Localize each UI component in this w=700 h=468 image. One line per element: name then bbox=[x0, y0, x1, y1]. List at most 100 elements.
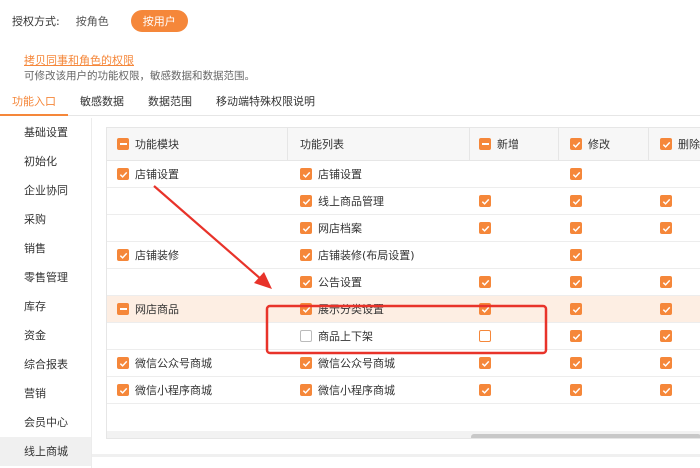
tab-function-entry[interactable]: 功能入口 bbox=[0, 90, 68, 116]
sidebar-item-sales[interactable]: 销售 bbox=[0, 234, 91, 263]
module-label: 微信小程序商城 bbox=[135, 384, 212, 397]
delete-select-all-checkbox[interactable] bbox=[660, 138, 672, 150]
module-checkbox[interactable] bbox=[117, 303, 129, 315]
table-row: 公告设置 bbox=[107, 269, 700, 296]
header-delete-cell: 删除 bbox=[660, 128, 700, 160]
delete-checkbox[interactable] bbox=[660, 276, 672, 288]
horizontal-scrollbar[interactable] bbox=[471, 434, 700, 438]
copy-permissions-link[interactable]: 拷贝同事和角色的权限 bbox=[24, 52, 134, 68]
sidebar-item-retail[interactable]: 零售管理 bbox=[0, 263, 91, 292]
header-add-label: 新增 bbox=[497, 138, 519, 151]
delete-checkbox[interactable] bbox=[660, 195, 672, 207]
auth-by-role-option[interactable]: 按角色 bbox=[76, 13, 109, 29]
edit-checkbox[interactable] bbox=[570, 168, 582, 180]
module-label: 店铺设置 bbox=[135, 168, 179, 181]
edit-checkbox[interactable] bbox=[570, 330, 582, 342]
add-checkbox[interactable] bbox=[479, 276, 491, 288]
function-checkbox[interactable] bbox=[300, 384, 312, 396]
copy-permissions-description: 可修改该用户的功能权限，敏感数据和数据范围。 bbox=[24, 70, 255, 82]
edit-cell bbox=[570, 269, 650, 295]
delete-checkbox[interactable] bbox=[660, 330, 672, 342]
module-checkbox[interactable] bbox=[117, 249, 129, 261]
edit-checkbox[interactable] bbox=[570, 357, 582, 369]
edit-checkbox[interactable] bbox=[570, 276, 582, 288]
auth-by-user-button[interactable]: 按用户 bbox=[130, 10, 188, 32]
edit-cell bbox=[570, 242, 650, 268]
tab-mobile-permissions[interactable]: 移动端特殊权限说明 bbox=[204, 90, 327, 116]
sidebar-item-inventory[interactable]: 库存 bbox=[0, 292, 91, 321]
header-list-label: 功能列表 bbox=[300, 138, 344, 151]
function-checkbox[interactable] bbox=[300, 276, 312, 288]
tab-sensitive-data[interactable]: 敏感数据 bbox=[68, 90, 136, 116]
module-sidebar: 基础设置 初始化 企业协同 采购 销售 零售管理 库存 资金 综合报表 营销 会… bbox=[0, 118, 92, 468]
module-checkbox[interactable] bbox=[117, 384, 129, 396]
delete-checkbox[interactable] bbox=[660, 384, 672, 396]
sidebar-item-member-center[interactable]: 会员中心 bbox=[0, 408, 91, 437]
table-row: 商品上下架 bbox=[107, 323, 700, 350]
header-delete-label: 删除 bbox=[678, 138, 700, 151]
delete-cell bbox=[660, 377, 700, 403]
sidebar-item-collaboration[interactable]: 企业协同 bbox=[0, 176, 91, 205]
module-cell bbox=[117, 188, 287, 214]
module-cell: 店铺装修 bbox=[117, 242, 287, 268]
add-checkbox[interactable] bbox=[479, 195, 491, 207]
header-edit-label: 修改 bbox=[588, 138, 610, 151]
auth-mode-row: 授权方式: 按角色 按用户 bbox=[12, 10, 188, 32]
function-checkbox[interactable] bbox=[300, 357, 312, 369]
function-label: 线上商品管理 bbox=[318, 195, 384, 208]
module-select-all-checkbox[interactable] bbox=[117, 138, 129, 150]
function-checkbox[interactable] bbox=[300, 303, 312, 315]
delete-checkbox[interactable] bbox=[660, 303, 672, 315]
edit-cell bbox=[570, 323, 650, 349]
sidebar-item-purchase[interactable]: 采购 bbox=[0, 205, 91, 234]
sidebar-item-basic-settings[interactable]: 基础设置 bbox=[0, 118, 91, 147]
edit-checkbox[interactable] bbox=[570, 249, 582, 261]
delete-cell bbox=[660, 323, 700, 349]
sidebar-item-online-mall[interactable]: 线上商城 bbox=[0, 437, 91, 466]
function-checkbox[interactable] bbox=[300, 222, 312, 234]
function-cell: 公告设置 bbox=[300, 269, 470, 295]
table-row: 网店档案 bbox=[107, 215, 700, 242]
header-add-cell: 新增 bbox=[479, 128, 559, 160]
module-checkbox[interactable] bbox=[117, 168, 129, 180]
function-cell: 店铺设置 bbox=[300, 161, 470, 187]
function-checkbox[interactable] bbox=[300, 330, 312, 342]
add-checkbox[interactable] bbox=[479, 303, 491, 315]
delete-cell bbox=[660, 188, 700, 214]
module-cell: 店铺设置 bbox=[117, 161, 287, 187]
add-checkbox[interactable] bbox=[479, 222, 491, 234]
delete-cell bbox=[660, 269, 700, 295]
table-row: 店铺设置 店铺设置 bbox=[107, 161, 700, 188]
permission-table: 功能模块 功能列表 新增 修改 删除 店铺设置 店铺设置 线上商品管理 网店档案 店铺装… bbox=[106, 127, 700, 439]
function-checkbox[interactable] bbox=[300, 168, 312, 180]
table-row: 微信小程序商城 微信小程序商城 bbox=[107, 377, 700, 404]
delete-cell bbox=[660, 242, 700, 268]
edit-select-all-checkbox[interactable] bbox=[570, 138, 582, 150]
add-checkbox[interactable] bbox=[479, 330, 491, 342]
edit-checkbox[interactable] bbox=[570, 384, 582, 396]
edit-cell bbox=[570, 215, 650, 241]
sidebar-item-initialization[interactable]: 初始化 bbox=[0, 147, 91, 176]
tab-data-scope[interactable]: 数据范围 bbox=[136, 90, 204, 116]
module-cell: 微信小程序商城 bbox=[117, 377, 287, 403]
sidebar-item-marketing[interactable]: 营销 bbox=[0, 379, 91, 408]
delete-checkbox[interactable] bbox=[660, 357, 672, 369]
add-checkbox[interactable] bbox=[479, 357, 491, 369]
header-list-cell: 功能列表 bbox=[300, 128, 470, 160]
add-cell bbox=[479, 323, 559, 349]
sidebar-item-reports[interactable]: 综合报表 bbox=[0, 350, 91, 379]
delete-checkbox[interactable] bbox=[660, 222, 672, 234]
add-checkbox[interactable] bbox=[479, 384, 491, 396]
edit-checkbox[interactable] bbox=[570, 222, 582, 234]
module-checkbox[interactable] bbox=[117, 357, 129, 369]
module-cell bbox=[117, 215, 287, 241]
edit-checkbox[interactable] bbox=[570, 195, 582, 207]
add-select-all-checkbox[interactable] bbox=[479, 138, 491, 150]
function-checkbox[interactable] bbox=[300, 249, 312, 261]
sidebar-item-funds[interactable]: 资金 bbox=[0, 321, 91, 350]
edit-checkbox[interactable] bbox=[570, 303, 582, 315]
function-label: 微信公众号商城 bbox=[318, 357, 395, 370]
function-checkbox[interactable] bbox=[300, 195, 312, 207]
delete-cell bbox=[660, 350, 700, 376]
module-cell bbox=[117, 323, 287, 349]
